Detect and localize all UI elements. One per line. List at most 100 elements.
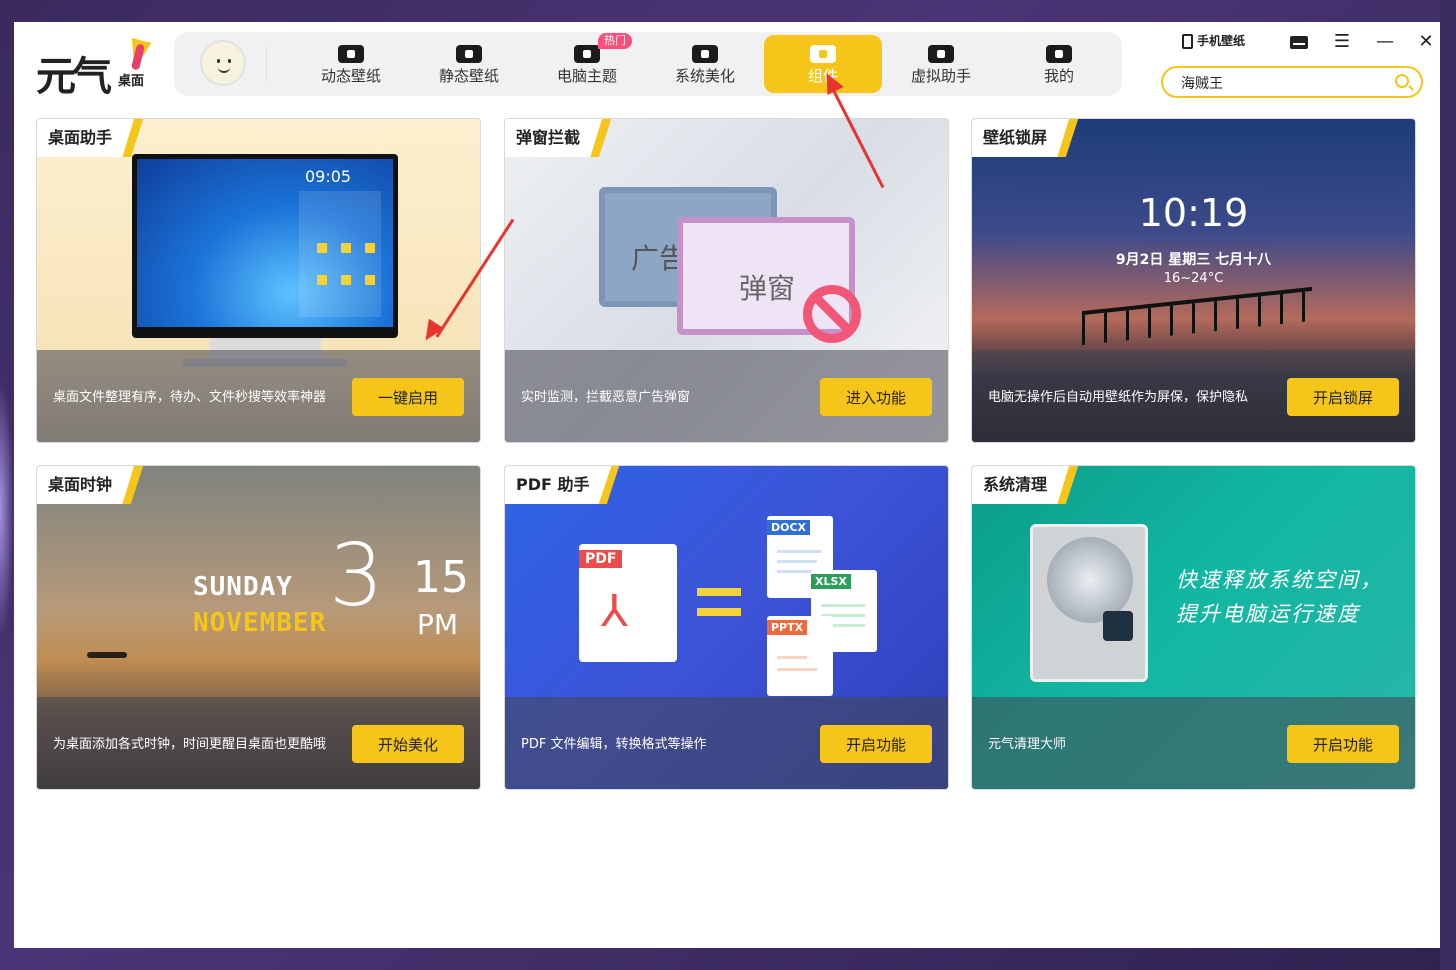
- hard-drive-illustration: [1030, 524, 1148, 682]
- card-description: PDF 文件编辑，转换格式等操作: [521, 737, 707, 752]
- lockscreen-date: 9月2日 星期三 七月十八: [1115, 252, 1272, 268]
- card-tag: 桌面时钟: [37, 466, 135, 504]
- card-description: 元气清理大师: [988, 737, 1067, 752]
- avatar[interactable]: [200, 40, 246, 86]
- minimize-icon[interactable]: —: [1375, 32, 1395, 52]
- note-icon: [341, 275, 351, 285]
- phone-wallpaper-link[interactable]: 手机壁纸: [1182, 32, 1256, 54]
- nav-divider: [266, 46, 267, 82]
- start-beautify-button[interactable]: 开始美化: [352, 725, 464, 763]
- nav-item-virtual-assistant[interactable]: 虚拟助手: [882, 35, 1000, 93]
- card-wallpaper-lockscreen: 10:19 9月2日 星期三 七月十八 16~24°C 壁纸锁屏 电脑无操作后自…: [971, 118, 1416, 443]
- enter-feature-button[interactable]: 进入功能: [820, 378, 932, 416]
- nav-item-mine[interactable]: 我的: [1000, 35, 1118, 93]
- clock-month: NOVEMBER: [193, 608, 327, 638]
- open-pdf-feature-button[interactable]: 开启功能: [820, 725, 932, 763]
- app-window: 元气 桌面 动态壁纸 静态壁纸 电脑主题 热门 系统美化 组件 虚拟助手 我的 …: [14, 22, 1440, 948]
- card-tag: 系统清理: [972, 466, 1070, 504]
- doc-line: [777, 668, 817, 671]
- block-icon: [803, 285, 861, 343]
- doc-line: [777, 560, 817, 563]
- doc-line: [821, 604, 865, 607]
- hot-badge: 热门: [598, 33, 632, 49]
- search-box: [1161, 66, 1423, 98]
- monitor-screen: 09:05: [137, 159, 393, 327]
- card-system-cleanup: 快速释放系统空间， 提升电脑运行速度 系统清理 元气清理大师 开启功能: [971, 465, 1416, 790]
- note-icon: [317, 275, 327, 285]
- doc-line: [777, 550, 821, 553]
- close-icon[interactable]: ✕: [1416, 32, 1436, 52]
- clock-day: SUNDAY: [193, 572, 293, 602]
- widget-icon: [810, 45, 836, 63]
- note-icon: [317, 243, 327, 253]
- cleanup-slogan-2: 提升电脑运行速度: [1176, 602, 1360, 626]
- card-description: 桌面文件整理有序，待办、文件秒搜等效率神器: [53, 390, 327, 405]
- nav-item-label: 我的: [1043, 67, 1074, 85]
- avatar-eye-left: [217, 59, 220, 63]
- clock-ampm: PM: [417, 608, 459, 641]
- app-logo: 元气 桌面: [36, 38, 166, 100]
- paw-icon: [928, 45, 954, 63]
- popup-text: 弹窗: [739, 272, 796, 305]
- search-input[interactable]: [1181, 72, 1381, 94]
- pptx-label: PPTX: [767, 620, 808, 635]
- disk-arm: [1103, 611, 1133, 641]
- tv-icon: [338, 45, 364, 63]
- boat-illustration: [87, 652, 127, 658]
- acrobat-icon: ⅄: [601, 586, 628, 637]
- avatar-mouth: [218, 67, 230, 73]
- face-icon: [1046, 45, 1072, 63]
- note-icon: [341, 243, 351, 253]
- monitor-panel: [299, 191, 381, 317]
- nav-item-label: 动态壁纸: [320, 67, 381, 85]
- doc-line: [777, 656, 807, 659]
- note-icon: [365, 243, 375, 253]
- card-tag: 桌面助手: [37, 119, 135, 157]
- clock-hour: 3: [329, 526, 384, 626]
- card-description: 电脑无操作后自动用壁纸作为屏保，保护隐私: [988, 390, 1249, 405]
- card-description: 为桌面添加各式时钟，时间更醒目桌面也更酷哦: [53, 737, 327, 752]
- nav-item-label: 静态壁纸: [438, 67, 499, 85]
- arrow-right-icon: [697, 588, 741, 596]
- monitor-clock: 09:05: [305, 167, 352, 186]
- pptx-document-icon: PPTX: [767, 616, 833, 696]
- phone-icon: [1182, 34, 1193, 49]
- phone-wallpaper-label: 手机壁纸: [1197, 34, 1246, 48]
- pdf-label: PDF: [579, 550, 623, 568]
- theme-icon: [574, 45, 600, 63]
- nav-item-label: 系统美化: [674, 67, 735, 85]
- card-tag: PDF 助手: [505, 466, 612, 504]
- image-icon: [456, 45, 482, 63]
- menu-icon[interactable]: ☰: [1332, 32, 1352, 52]
- desktop-glow: [0, 380, 14, 640]
- open-cleanup-button[interactable]: 开启功能: [1287, 725, 1399, 763]
- docx-label: DOCX: [767, 520, 811, 535]
- main-nav: 动态壁纸 静态壁纸 电脑主题 热门 系统美化 组件 虚拟助手 我的: [174, 32, 1122, 96]
- card-desktop-clock: SUNDAY NOVEMBER 3 15 PM 桌面时钟 为桌面添加各式时钟，时…: [36, 465, 481, 790]
- nav-item-dynamic-wallpaper[interactable]: 动态壁纸: [292, 35, 410, 93]
- nav-item-label: 电脑主题: [556, 67, 617, 85]
- monitor-illustration: 09:05: [132, 154, 398, 338]
- card-tag: 弹窗拦截: [505, 119, 603, 157]
- xlsx-label: XLSX: [811, 574, 851, 589]
- enable-button[interactable]: 一键启用: [352, 378, 464, 416]
- card-pdf-assistant: PDF ⅄ DOCX XLSX PPTX PDF 助手 PDF 文件编辑，转换格…: [504, 465, 949, 790]
- card-popup-blocker: 广告 弹窗 弹窗拦截 实时监测，拦截恶意广告弹窗 进入功能: [504, 118, 949, 443]
- nav-item-system-beautify[interactable]: 系统美化: [646, 35, 764, 93]
- search-icon[interactable]: [1395, 74, 1409, 88]
- logo-subtext: 桌面: [118, 74, 145, 89]
- pdf-document-icon: PDF ⅄: [579, 544, 677, 662]
- avatar-eye-right: [228, 59, 231, 63]
- pier-illustration: [1082, 286, 1312, 348]
- card-description: 实时监测，拦截恶意广告弹窗: [521, 390, 691, 405]
- enable-lockscreen-button[interactable]: 开启锁屏: [1287, 378, 1399, 416]
- nav-item-label: 虚拟助手: [910, 67, 971, 85]
- note-icon: [365, 275, 375, 285]
- card-desktop-assistant: 09:05 桌面助手 桌面文件整理有序，待办、文件秒搜等效率神器 一键启用: [36, 118, 481, 443]
- card-tag: 壁纸锁屏: [972, 119, 1070, 157]
- nav-item-static-wallpaper[interactable]: 静态壁纸: [410, 35, 528, 93]
- message-icon[interactable]: [1290, 36, 1308, 49]
- clock-minute: 15: [413, 552, 469, 603]
- lockscreen-time: 10:19: [1138, 191, 1249, 235]
- lockscreen-weather: 16~24°C: [1163, 271, 1224, 286]
